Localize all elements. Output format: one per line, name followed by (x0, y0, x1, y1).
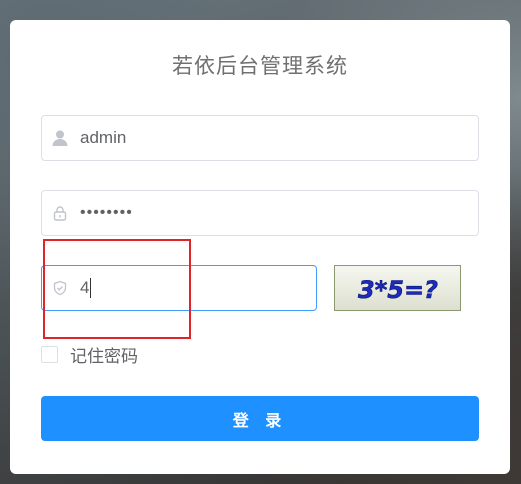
remember-checkbox[interactable] (41, 346, 58, 363)
lock-icon (42, 191, 78, 235)
captcha-input[interactable]: 4 (41, 265, 317, 311)
text-caret (90, 278, 92, 299)
login-button[interactable]: 登 录 (41, 396, 479, 441)
password-field[interactable]: •••••••• (41, 190, 479, 236)
remember-label: 记住密码 (70, 347, 138, 366)
remember-password[interactable]: 记住密码 (41, 342, 138, 367)
page-title: 若依后台管理系统 (172, 55, 348, 78)
login-card: 若依后台管理系统 admin •••••••• 4 3*5=? 记住密码 登 录 (10, 20, 510, 474)
user-icon (42, 116, 78, 160)
username-value: admin (80, 128, 127, 147)
captcha-input-value: 4 (80, 277, 92, 299)
password-value: •••••••• (80, 204, 133, 221)
username-field[interactable]: admin (41, 115, 479, 161)
shield-check-icon (42, 266, 78, 310)
captcha-text: 3*5=? (358, 276, 438, 304)
captcha-image[interactable]: 3*5=? (334, 265, 461, 311)
